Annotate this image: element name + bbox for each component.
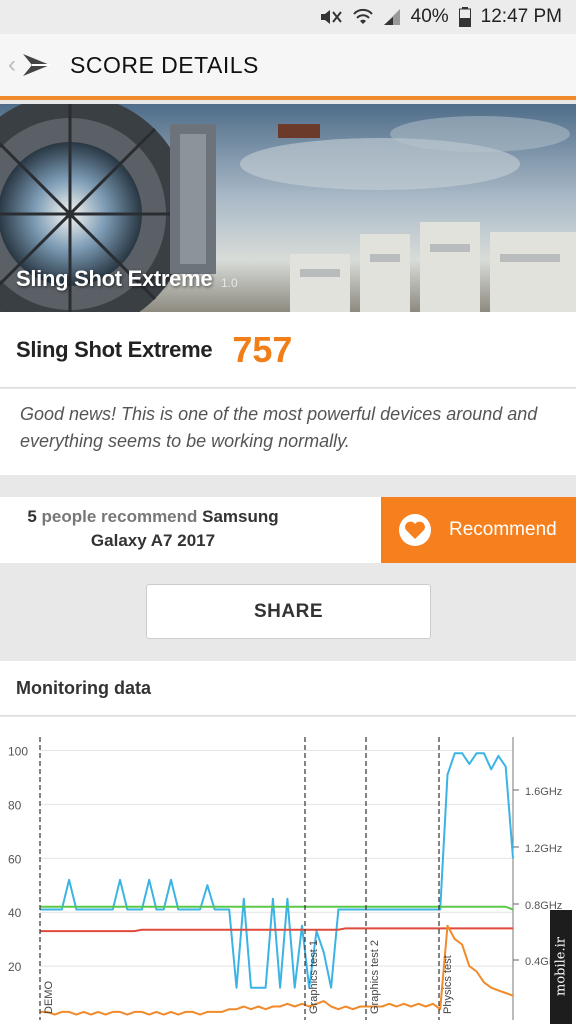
series-line [40, 927, 513, 933]
left-tick-label: 80 [8, 798, 22, 812]
monitoring-chart: 100 80 60 40 20 1.6GHz 1.2GHz 0.8GHz 0.4GHz DEMO G… [0, 717, 576, 1024]
status-bar: 40% 12:47 PM [0, 0, 576, 34]
test-marker-label: DEMO [43, 981, 55, 1014]
recommend-middle-text: people recommend [41, 507, 198, 526]
page-title: SCORE DETAILS [70, 51, 259, 78]
score-value: 757 [232, 328, 293, 370]
monitoring-header: Monitoring data [0, 661, 576, 716]
battery-icon [458, 7, 471, 27]
benchmark-hero-image: Sling Shot Extreme 1.0 [0, 104, 576, 312]
device-brand: Samsung [202, 507, 279, 526]
device-model: Galaxy A7 2017 [90, 531, 216, 550]
heart-icon [399, 514, 431, 546]
right-tick-label: 1.2GHz [525, 843, 562, 855]
battery-percent: 40% [410, 6, 449, 27]
mute-icon [320, 10, 342, 24]
recommend-button[interactable]: Recommend [381, 497, 576, 563]
signal-icon [383, 9, 400, 25]
result-message: Good news! This is one of the most power… [20, 404, 538, 451]
recommend-summary: 5 people recommend Samsung Galaxy A7 201… [0, 505, 306, 553]
test-marker-label: Physics test [442, 955, 454, 1014]
app-bar: ‹ SCORE DETAILS [0, 34, 576, 100]
result-message-card: Good news! This is one of the most power… [0, 389, 576, 475]
monitoring-chart-svg: 100806040201.6GHz1.2GHz0.8GHz0.4GHzDEMO G… [8, 737, 562, 1020]
score-benchmark-name: Sling Shot Extreme [16, 336, 213, 362]
left-tick-label: 40 [8, 906, 22, 920]
watermark-logo: mobile.ir [550, 910, 572, 1024]
left-tick-label: 60 [8, 852, 22, 866]
monitoring-title: Monitoring data [16, 677, 151, 698]
right-tick-label: 1.6GHz [525, 786, 562, 798]
left-tick-label: 100 [8, 744, 28, 758]
left-tick-label: 20 [8, 960, 22, 974]
recommend-count: 5 [27, 507, 37, 526]
clock: 12:47 PM [480, 6, 562, 27]
score-card: Sling Shot Extreme 757 [0, 312, 576, 388]
back-icon[interactable]: ‹ [4, 50, 20, 80]
share-button[interactable]: SHARE [146, 584, 431, 639]
hero-benchmark-title: Sling Shot Extreme [16, 266, 213, 291]
series-line [40, 752, 514, 989]
recommend-button-label: Recommend [449, 519, 557, 540]
test-marker-label: Graphics test 1 [308, 940, 320, 1014]
3dmark-logo-icon[interactable] [20, 48, 56, 82]
recommend-row: 5 people recommend Samsung Galaxy A7 201… [0, 497, 576, 563]
wifi-icon [352, 8, 373, 24]
test-marker-label: Graphics test 2 [369, 940, 381, 1014]
hero-version: 1.0 [221, 276, 238, 290]
